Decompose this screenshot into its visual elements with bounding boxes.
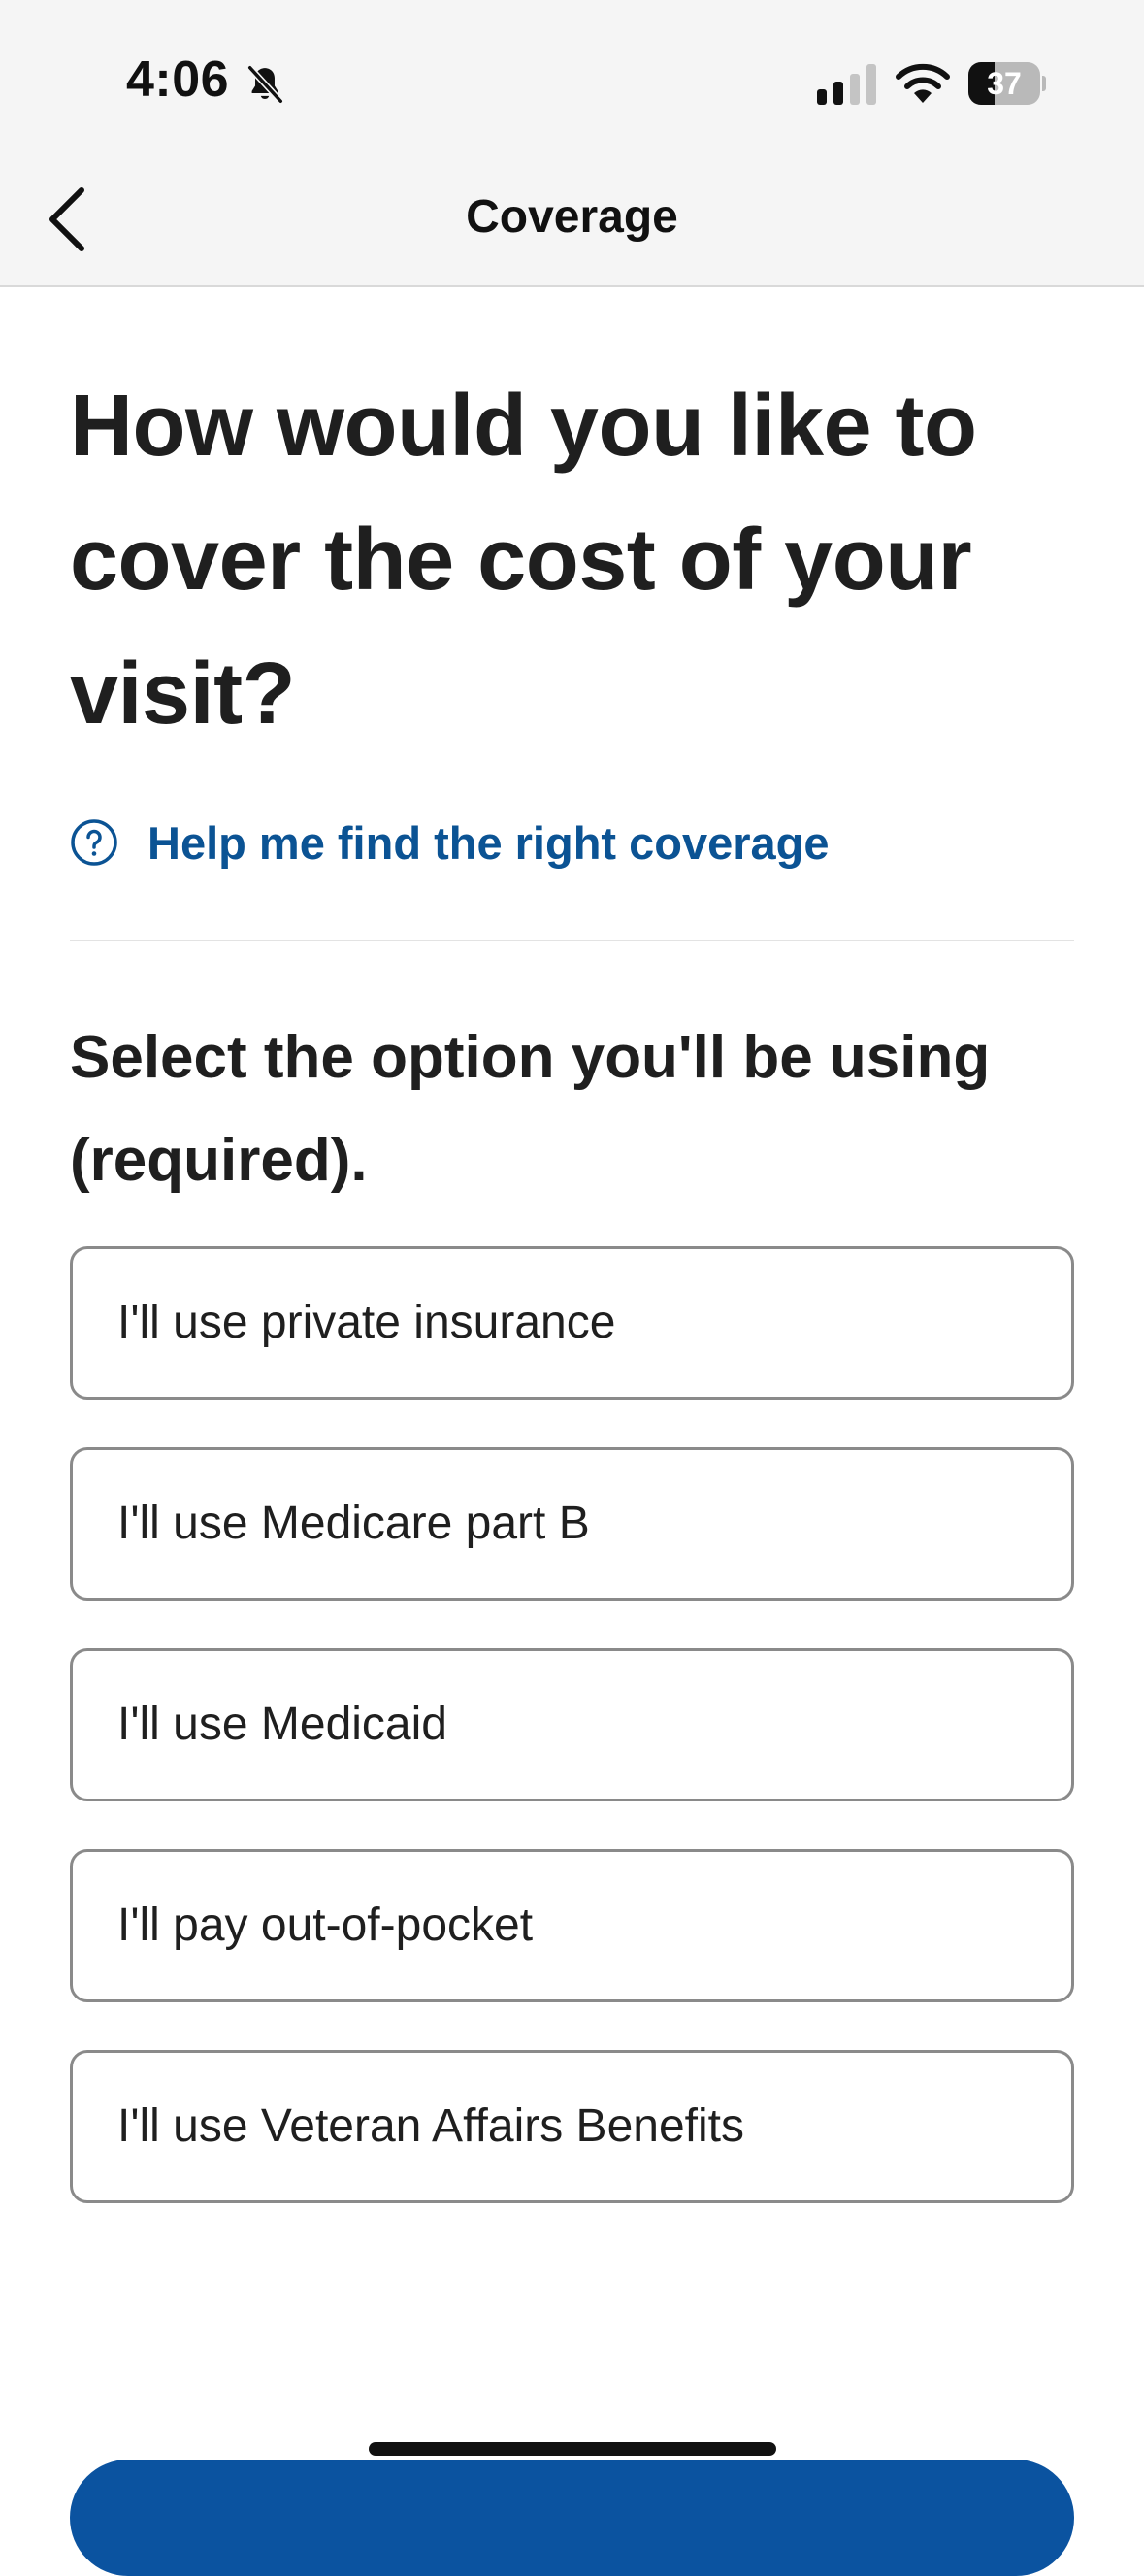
- help-coverage-link[interactable]: Help me find the right coverage: [70, 811, 830, 874]
- nav-title: Coverage: [466, 191, 678, 243]
- option-label: I'll pay out-of-pocket: [117, 1899, 534, 1951]
- cellular-signal-icon: [817, 64, 876, 105]
- bell-slash-icon: [246, 64, 284, 105]
- select-option-label: Select the option you'll be using (requi…: [70, 1024, 991, 1194]
- home-indicator: [369, 2442, 776, 2456]
- option-medicaid[interactable]: I'll use Medicaid: [70, 1648, 1074, 1801]
- option-private-insurance[interactable]: I'll use private insurance: [70, 1246, 1074, 1400]
- top-bar: 4:06 37 Coverage: [0, 0, 1144, 287]
- wifi-icon: [896, 63, 950, 103]
- status-time: 4:06: [126, 51, 230, 108]
- primary-action-button[interactable]: [70, 2460, 1074, 2576]
- option-veteran-affairs[interactable]: I'll use Veteran Affairs Benefits: [70, 2050, 1074, 2203]
- option-label: I'll use Medicaid: [117, 1699, 447, 1750]
- battery-indicator: 37: [968, 62, 1046, 105]
- page-heading: How would you like to cover the cost of …: [70, 378, 977, 743]
- option-medicare-part-b[interactable]: I'll use Medicare part B: [70, 1447, 1074, 1601]
- battery-body: 37: [968, 62, 1040, 105]
- option-label: I'll use private insurance: [117, 1297, 616, 1348]
- battery-nub: [1042, 76, 1046, 91]
- help-link-label: Help me find the right coverage: [147, 816, 830, 869]
- option-label: I'll use Veteran Affairs Benefits: [117, 2100, 744, 2152]
- battery-level: 37: [987, 66, 1022, 101]
- question-circle-icon: [71, 819, 117, 866]
- option-label: I'll use Medicare part B: [117, 1498, 590, 1549]
- option-out-of-pocket[interactable]: I'll pay out-of-pocket: [70, 1849, 1074, 2002]
- divider: [70, 940, 1074, 941]
